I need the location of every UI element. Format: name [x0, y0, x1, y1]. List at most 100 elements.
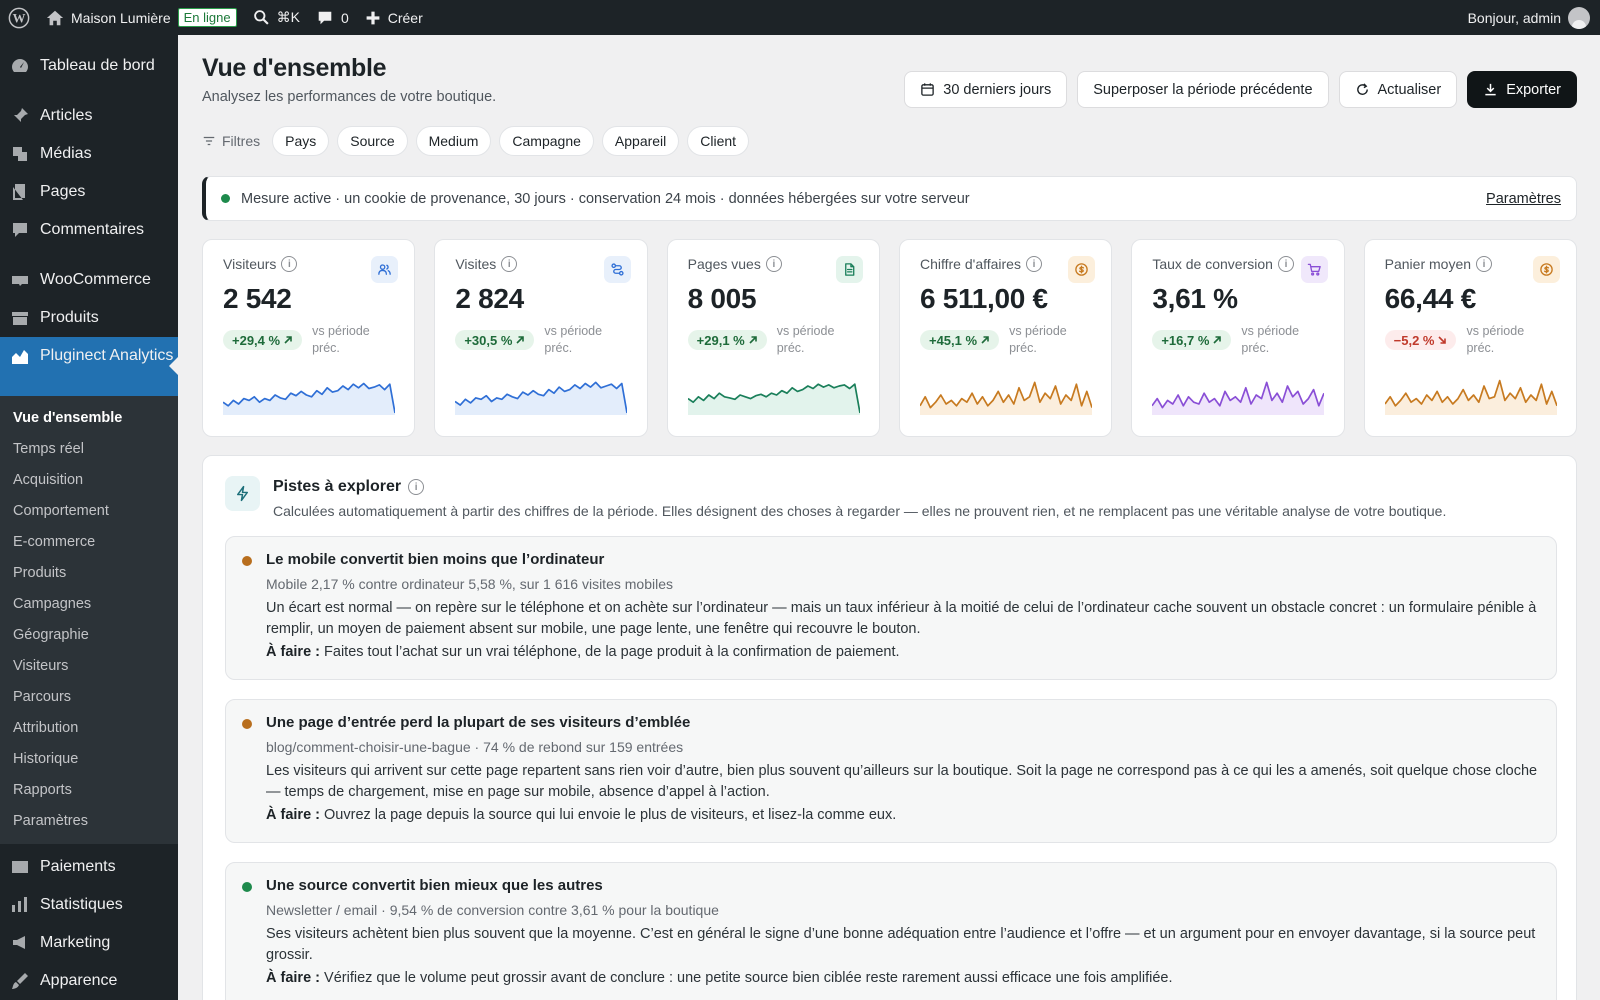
insight-card: Une source convertit bien mieux que les … [225, 862, 1557, 1000]
kpi-sparkline [919, 375, 1093, 420]
refresh-button[interactable]: Actualiser [1338, 71, 1458, 108]
create-label: Créer [387, 9, 423, 26]
comments-count: 0 [340, 9, 349, 26]
users-icon [371, 256, 399, 283]
submenu-item-produits[interactable]: Produits [0, 557, 178, 588]
arrow-down-right-icon [1437, 335, 1447, 345]
kpi-card-pages-vues[interactable]: Pages vues i 8 005 +29,1 % vs période préc. [666, 239, 880, 437]
page-subtitle: Analysez les performances de votre bouti… [202, 89, 497, 105]
refresh-label: Actualiser [1377, 81, 1442, 98]
notice-settings-link[interactable]: Paramètres [1486, 191, 1561, 207]
kpi-label: Pages vues [687, 256, 761, 272]
sidebar-item-paiements[interactable]: Paiements [0, 848, 178, 886]
insight-todo: À faire : Faites tout l’achat sur un vra… [266, 644, 1540, 660]
comment-icon [10, 220, 30, 240]
sidebar-item-label: Produits [40, 309, 99, 326]
insight-todo: À faire : Ouvrez la page depuis la sourc… [266, 807, 1540, 823]
sidebar-item-tableau-de-bord[interactable]: Tableau de bord [0, 47, 178, 85]
todo-text: Vérifiez que le volume peut grossir avan… [324, 970, 1173, 986]
document-icon [835, 256, 863, 283]
sidebar-item-apparence[interactable]: Apparence [0, 962, 178, 1000]
export-button[interactable]: Exporter [1467, 71, 1577, 108]
create-new-button[interactable]: Créer [357, 0, 431, 35]
info-icon[interactable]: i [501, 256, 518, 272]
sidebar-item-pages[interactable]: Pages [0, 173, 178, 211]
sidebar-item-label: Apparence [40, 972, 118, 989]
kpi-card-taux-de-conversion[interactable]: Taux de conversion i 3,61 % +16,7 % vs pério… [1131, 239, 1345, 437]
sidebar-item-woocommerce[interactable]: WooCommerce [0, 261, 178, 299]
account-menu[interactable]: Bonjour, admin [1460, 0, 1600, 35]
sidebar-item-statistiques[interactable]: Statistiques [0, 886, 178, 924]
kpi-delta: −5,2 % [1393, 332, 1435, 348]
insight-title: Le mobile convertit bien moins que l’ord… [266, 551, 605, 568]
search-button[interactable]: ⌘K [245, 0, 308, 35]
site-name-link[interactable]: Maison Lumière En ligne [38, 0, 245, 35]
period-selector-button[interactable]: 30 derniers jours [904, 71, 1068, 108]
info-icon[interactable]: i [281, 256, 298, 272]
filter-chip-medium[interactable]: Medium [415, 126, 492, 156]
kpi-delta-badge: +45,1 % [919, 330, 1000, 350]
kpi-value: 3,61 % [1152, 283, 1238, 314]
sidebar-item-label: Articles [40, 107, 93, 124]
kpi-cards: Visiteurs i 2 542 +29,4 % vs période préc. Vi… [202, 239, 1577, 437]
comments-link[interactable]: 0 [308, 0, 357, 35]
filter-chip-campagne[interactable]: Campagne [499, 126, 594, 156]
coin-icon [1532, 256, 1560, 283]
arrow-up-right-icon [515, 335, 525, 345]
kpi-value: 66,44 € [1384, 283, 1477, 314]
search-icon [253, 10, 269, 25]
download-icon [1485, 83, 1496, 96]
submenu-item-historique[interactable]: Historique [0, 743, 178, 774]
kpi-delta: +29,1 % [696, 332, 745, 348]
filter-chip-client[interactable]: Client [687, 126, 750, 156]
insight-meta: blog/comment-choisir-une-bague · 74 % de… [266, 739, 684, 755]
kpi-card-visites[interactable]: Visites i 2 824 +30,5 % vs période préc. [434, 239, 648, 437]
kpi-comparison-note: vs période préc. [1466, 324, 1525, 355]
info-icon[interactable]: i [408, 479, 425, 495]
arrow-up-right-icon [1212, 335, 1222, 345]
insights-subtitle: Calculées automatiquement à partir des c… [273, 503, 1447, 519]
sidebar-item-label: Statistiques [40, 896, 123, 913]
filter-chip-pays[interactable]: Pays [272, 126, 330, 156]
submenu-item-acquisition[interactable]: Acquisition [0, 464, 178, 495]
submenu-item-rapports[interactable]: Rapports [0, 774, 178, 805]
compare-period-button[interactable]: Superposer la période précédente [1077, 71, 1329, 108]
submenu-item-parametres[interactable]: Paramètres [0, 805, 178, 836]
submenu-item-visiteurs[interactable]: Visiteurs [0, 650, 178, 681]
coin-icon [1068, 256, 1096, 283]
submenu-item-geographie[interactable]: Géographie [0, 619, 178, 650]
site-name: Maison Lumière [71, 9, 171, 26]
filter-chip-appareil[interactable]: Appareil [601, 126, 680, 156]
tracking-notice: Mesure active · un cookie de provenance,… [202, 176, 1577, 221]
filter-chip-source[interactable]: Source [337, 126, 408, 156]
kpi-sparkline [1151, 375, 1326, 420]
kpi-card-visiteurs[interactable]: Visiteurs i 2 542 +29,4 % vs période préc. [202, 239, 416, 437]
submenu-item-parcours[interactable]: Parcours [0, 681, 178, 712]
kpi-sparkline [454, 375, 629, 420]
submenu-item-comportement[interactable]: Comportement [0, 495, 178, 526]
submenu-item-temps-reel[interactable]: Temps réel [0, 433, 178, 464]
kpi-label: Visites [455, 256, 497, 272]
submenu-item-vue-d-ensemble[interactable]: Vue d'ensemble [0, 402, 178, 433]
sidebar-item-produits[interactable]: Produits [0, 299, 178, 337]
submenu-item-e-commerce[interactable]: E-commerce [0, 526, 178, 557]
stats-icon [10, 895, 30, 915]
sidebar-item-articles[interactable]: Articles [0, 97, 178, 135]
sidebar-item-medias[interactable]: Médias [0, 135, 178, 173]
info-icon[interactable]: i [1025, 256, 1042, 272]
sidebar-item-commentaires[interactable]: Commentaires [0, 211, 178, 249]
sidebar-item-marketing[interactable]: Marketing [0, 924, 178, 962]
submenu-item-attribution[interactable]: Attribution [0, 712, 178, 743]
submenu-item-campagnes[interactable]: Campagnes [0, 588, 178, 619]
analytics-submenu: Vue d'ensemble Temps réel Acquisition Compo… [0, 396, 178, 844]
info-icon[interactable]: i [1476, 256, 1493, 272]
info-icon[interactable]: i [765, 256, 782, 272]
kpi-card-chiffre-d-affaires[interactable]: Chiffre d'affaires i 6 511,00 € +45,1 % vs p… [898, 239, 1113, 437]
insights-title: Pistes à explorer i [273, 478, 425, 496]
kpi-sparkline [1383, 375, 1558, 420]
kpi-card-panier-moyen[interactable]: Panier moyen i 66,44 € −5,2 % vs période pré… [1363, 239, 1577, 437]
kpi-comparison-note: vs période préc. [1009, 324, 1067, 355]
info-icon[interactable]: i [1277, 256, 1294, 272]
sidebar-item-pluginect-analytics[interactable]: Pluginect Analytics [0, 337, 178, 396]
wordpress-logo-icon[interactable]: W [0, 0, 38, 35]
